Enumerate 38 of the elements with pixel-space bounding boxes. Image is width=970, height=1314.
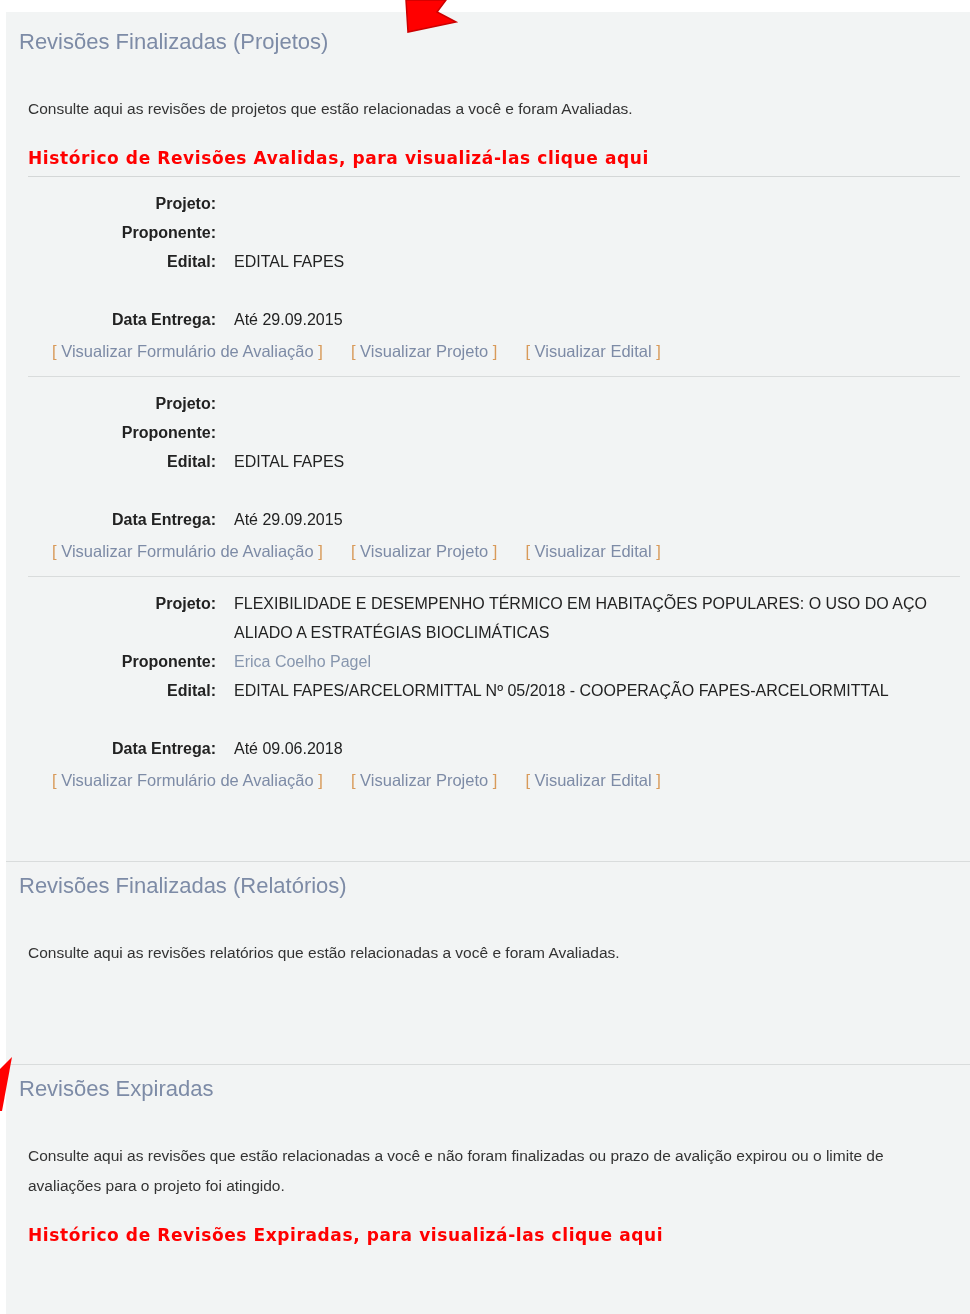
history-link[interactable]: Histórico de Revisões Avalidas, para visualizá-las clique aqui (28, 148, 649, 168)
field-label: Edital: (166, 451, 216, 472)
field-label: Projeto: (154, 193, 216, 214)
view-link[interactable]: [ Visualizar Projeto ] (350, 766, 498, 793)
field-label: Data Entrega: (110, 309, 216, 330)
view-link[interactable]: [ Visualizar Formulário de Avaliação ] (52, 766, 323, 793)
field-value: Erica Coelho Pagel (234, 651, 371, 672)
view-link[interactable]: [ Visualizar Edital ] (525, 766, 661, 793)
field-label: Proponente: (120, 651, 216, 672)
field-label: Projeto: (154, 393, 216, 414)
field-value: Até 29.09.2015 (234, 309, 343, 330)
view-link[interactable]: [ Visualizar Edital ] (525, 537, 661, 564)
field-value: EDITAL FAPES (234, 251, 345, 272)
section-title: Revisões Finalizadas (Projetos) (19, 28, 330, 56)
field-value: Até 09.06.2018 (234, 738, 343, 759)
field-label: Data Entrega: (110, 738, 216, 759)
field-label: Data Entrega: (110, 509, 216, 530)
view-link[interactable]: [ Visualizar Formulário de Avaliação ] (52, 337, 323, 364)
history-link[interactable]: Histórico de Revisões Expiradas, para visualizá-las clique aqui (28, 1224, 664, 1245)
section-description: Consulte aqui as revisões relatórios que estão relacionadas a você e foram Avaliadas. (27, 942, 621, 963)
view-link[interactable]: [ Visualizar Projeto ] (350, 337, 498, 364)
section-title: Revisões Expiradas (19, 1074, 215, 1103)
section-description: Consulte aqui as revisões de projetos que estão relacionadas a você e foram Avaliadas. (27, 99, 634, 119)
field-label: Edital: (166, 251, 216, 272)
section-title: Revisões Finalizadas (Relatórios) (19, 871, 348, 900)
field-label: Proponente: (120, 222, 216, 243)
field-value: EDITAL FAPES (234, 451, 345, 472)
view-link[interactable]: [ Visualizar Edital ] (525, 337, 661, 364)
field-value: FLEXIBILIDADE E DESEMPENHO TÉRMICO EM HABITAÇÕES POPULARES: O USO DO AÇO ALIADO A ESTRATÉGIAS BIOCLIMÁTICAS (234, 593, 928, 643)
field-value: Até 29.09.2015 (234, 509, 343, 530)
field-label: Edital: (166, 680, 216, 701)
field-label: Proponente: (120, 422, 216, 443)
view-link[interactable]: [ Visualizar Formulário de Avaliação ] (52, 537, 323, 564)
arrow-annotation (0, 1055, 14, 1113)
view-link[interactable]: [ Visualizar Projeto ] (350, 537, 498, 564)
field-label: Projeto: (154, 593, 216, 614)
field-value: EDITAL FAPES/ARCELORMITTAL Nº 05/2018 - COOPERAÇÃO FAPES-ARCELORMITTAL (234, 680, 889, 701)
section-description: Consulte aqui as revisões que estão relacionadas a você e não foram finalizadas ou prazo de avalição expirou ou o limite de avaliações para o projeto foi atingido. (27, 1145, 885, 1196)
